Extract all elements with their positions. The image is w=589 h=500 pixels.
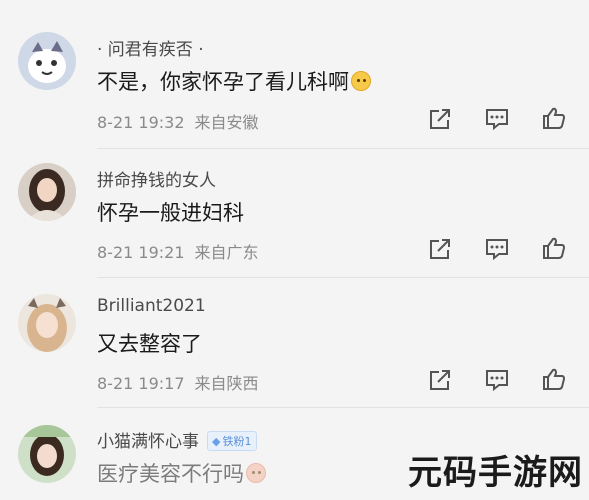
username[interactable]: 拼命挣钱的女人 bbox=[97, 166, 216, 191]
comment-text-content: 怀孕一般进妇科 bbox=[97, 201, 244, 225]
comment-meta: 8-21 19:17 来自陕西 bbox=[97, 370, 259, 394]
avatar-image bbox=[18, 425, 76, 483]
comment-text-content: 医疗美容不行吗 bbox=[97, 462, 244, 486]
like-icon[interactable] bbox=[541, 367, 567, 391]
fan-badge-label: 铁粉1 bbox=[222, 435, 252, 448]
username[interactable]: 小猫满怀心事 ◆ 铁粉1 bbox=[97, 427, 258, 452]
flushed-face-emoji-icon bbox=[246, 463, 266, 483]
share-icon[interactable] bbox=[427, 107, 453, 131]
comment-meta: 8-21 19:21 来自广东 bbox=[97, 239, 259, 263]
username-text: 小猫满怀心事 bbox=[97, 432, 199, 452]
avatar[interactable] bbox=[18, 294, 76, 352]
fan-badge: ◆ 铁粉1 bbox=[207, 431, 258, 451]
avatar-image bbox=[18, 32, 76, 90]
username[interactable]: Brilliant2021 bbox=[97, 296, 206, 316]
comment-text: 又去整容了 bbox=[97, 328, 202, 358]
comment-text: 不是，你家怀孕了看儿科啊 bbox=[97, 66, 371, 96]
comment-icon[interactable] bbox=[484, 237, 510, 261]
like-icon[interactable] bbox=[541, 236, 567, 260]
comment-icon[interactable] bbox=[484, 368, 510, 392]
comment-location: 来自陕西 bbox=[194, 374, 259, 393]
avatar-image bbox=[18, 163, 76, 221]
comment-location: 来自安徽 bbox=[194, 113, 259, 132]
like-icon[interactable] bbox=[541, 106, 567, 130]
comment-text-content: 又去整容了 bbox=[97, 332, 202, 356]
comment-text: 怀孕一般进妇科 bbox=[97, 197, 244, 227]
username[interactable]: · 问君有疾否 · bbox=[97, 35, 204, 60]
avatar-image bbox=[18, 294, 76, 352]
comment-text-content: 不是，你家怀孕了看儿科啊 bbox=[97, 70, 349, 94]
watermark: 元码手游网 bbox=[408, 453, 583, 493]
share-icon[interactable] bbox=[427, 237, 453, 261]
avatar[interactable] bbox=[18, 163, 76, 221]
tired-face-emoji-icon bbox=[351, 71, 371, 91]
comment-meta: 8-21 19:32 来自安徽 bbox=[97, 109, 259, 133]
comment-date: 8-21 19:32 bbox=[97, 113, 185, 132]
divider bbox=[97, 407, 589, 408]
comment-date: 8-21 19:17 bbox=[97, 374, 185, 393]
comment-date: 8-21 19:21 bbox=[97, 243, 185, 262]
divider bbox=[97, 277, 589, 278]
share-icon[interactable] bbox=[427, 368, 453, 392]
diamond-icon: ◆ bbox=[212, 435, 221, 448]
comment-text: 医疗美容不行吗 bbox=[97, 458, 266, 488]
divider bbox=[97, 148, 589, 149]
comment-location: 来自广东 bbox=[194, 243, 259, 262]
avatar[interactable] bbox=[18, 32, 76, 90]
comment-icon[interactable] bbox=[484, 107, 510, 131]
avatar[interactable] bbox=[18, 425, 76, 483]
